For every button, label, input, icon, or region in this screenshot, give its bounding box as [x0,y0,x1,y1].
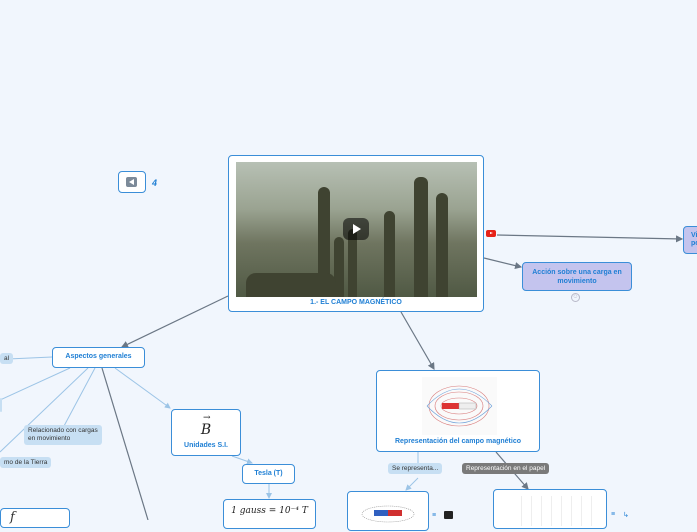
label-representacion-papel[interactable]: Representación en el papel [462,463,550,474]
topic-unidades-si[interactable]: B Unidades S.I. [171,409,241,456]
previous-slide-button[interactable] [118,171,146,193]
magnet-field-image [422,377,497,435]
label-magnetismo-tierra[interactable]: mo de la Tierra [0,457,52,468]
topic-tesla[interactable]: Tesla (T) [242,464,295,484]
label-se-representa[interactable]: Se representa... [388,463,443,474]
play-icon[interactable] [343,218,369,240]
vector-b-symbol: B [172,413,240,438]
label-left-edge[interactable]: al [0,353,14,364]
link-icon[interactable]: ↳ [623,511,629,519]
topic-aspectos-generales[interactable]: Aspectos generales [52,347,145,368]
list-icon-2[interactable]: ≡ [611,511,615,518]
emoji-icon: ☺ [571,293,580,302]
formula-symbol: 𝑓 [10,510,15,525]
topic-cut-right[interactable]: Vi po [683,226,697,254]
unidades-title: Unidades S.I. [184,442,228,449]
topic-accion-carga[interactable]: Acción sobre una carga en movimiento [522,262,632,291]
topic-representacion-campo[interactable]: Representación del campo magnético [376,370,540,452]
back-arrow-icon [126,177,137,187]
link-count: 4 [152,178,158,188]
video-thumbnail[interactable] [236,162,477,297]
topic-image-magnets[interactable] [347,491,429,531]
topic-gauss-formula[interactable]: 1 gauss = 10⁻⁴ T [223,499,316,529]
topic-image-paper-field[interactable] [493,489,607,529]
list-icon[interactable]: ≡ [432,512,436,519]
media-icon[interactable] [444,511,453,519]
youtube-icon[interactable] [486,230,496,237]
representacion-title: Representación del campo magnético [394,438,522,445]
label-left-edge-2[interactable] [0,398,2,412]
main-topic-title: 1.- EL CAMPO MAGNÉTICO [310,299,402,306]
central-topic-campo-magnetico[interactable]: 1.- EL CAMPO MAGNÉTICO [228,155,484,312]
label-relacionado-cargas[interactable]: Relacionado con cargas en movimiento [24,425,102,445]
